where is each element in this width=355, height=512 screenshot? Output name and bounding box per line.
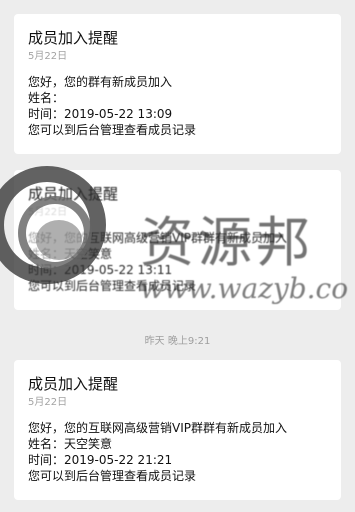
notification-card[interactable]: 成员加入提醒 5月22日 您好，您的互联网高级营销VIP群群有新成员加入 姓名：…: [14, 170, 341, 310]
notification-time: 时间：2019-05-22 21:21: [28, 453, 173, 467]
notification-body: 您好，您的互联网高级营销VIP群群有新成员加入 姓名：天空笑意 时间：2019-…: [28, 230, 327, 294]
notification-title: 成员加入提醒: [28, 375, 119, 393]
notification-title: 成员加入提醒: [28, 29, 119, 47]
notification-date: 5月22日: [28, 397, 68, 408]
notification-time: 时间：2019-05-22 13:11: [28, 263, 173, 277]
notification-date: 5月22日: [28, 51, 68, 62]
notification-card[interactable]: 成员加入提醒 5月22日 您好，您的群有新成员加入 姓名： 时间：2019-05…: [14, 14, 341, 154]
notification-time: 时间：2019-05-22 13:09: [28, 107, 173, 121]
notification-card[interactable]: 成员加入提醒 5月22日 您好，您的互联网高级营销VIP群群有新成员加入 姓名：…: [14, 360, 341, 500]
notification-name: 姓名：天空笑意: [28, 437, 113, 451]
notification-greeting: 您好，您的互联网高级营销VIP群群有新成员加入: [28, 421, 287, 435]
notification-body: 您好，您的互联网高级营销VIP群群有新成员加入 姓名：天空笑意 时间：2019-…: [28, 420, 327, 484]
time-divider: 昨天 晚上9:21: [144, 336, 211, 347]
notification-footer: 您可以到后台管理查看成员记录: [28, 123, 197, 137]
notification-date: 5月22日: [28, 207, 68, 218]
notification-greeting: 您好，您的群有新成员加入: [28, 75, 173, 89]
notification-footer: 您可以到后台管理查看成员记录: [28, 279, 197, 293]
message-feed: 成员加入提醒 5月22日 您好，您的群有新成员加入 姓名： 时间：2019-05…: [0, 0, 355, 512]
notification-content: 成员加入提醒 5月22日 您好，您的互联网高级营销VIP群群有新成员加入 姓名：…: [28, 170, 327, 294]
notification-title: 成员加入提醒: [28, 185, 119, 203]
notification-name: 姓名：天空笑意: [28, 247, 113, 261]
notification-greeting: 您好，您的互联网高级营销VIP群群有新成员加入: [28, 231, 287, 245]
notification-body: 您好，您的群有新成员加入 姓名： 时间：2019-05-22 13:09 您可以…: [28, 74, 327, 138]
notification-name: 姓名：: [28, 91, 65, 105]
notification-footer: 您可以到后台管理查看成员记录: [28, 469, 197, 483]
